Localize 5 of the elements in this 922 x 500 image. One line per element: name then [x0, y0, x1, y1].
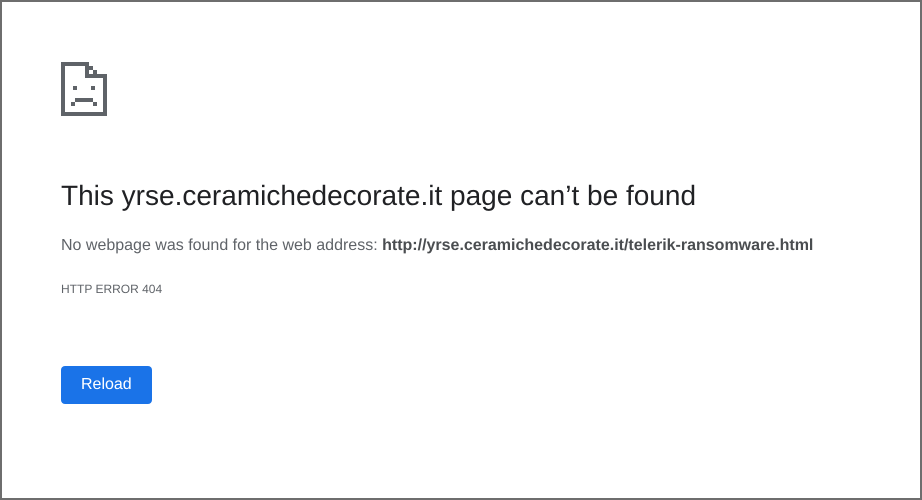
- error-code: HTTP ERROR 404: [61, 281, 162, 298]
- error-title: This yrse.ceramichedecorate.it page can’t be found: [61, 179, 696, 213]
- error-message: No webpage was found for the web address: http://yrse.ceramichedecorate.it/telerik-ransomware.html: [61, 236, 814, 256]
- reload-button[interactable]: Reload: [61, 366, 152, 404]
- sad-page-icon: [61, 62, 107, 116]
